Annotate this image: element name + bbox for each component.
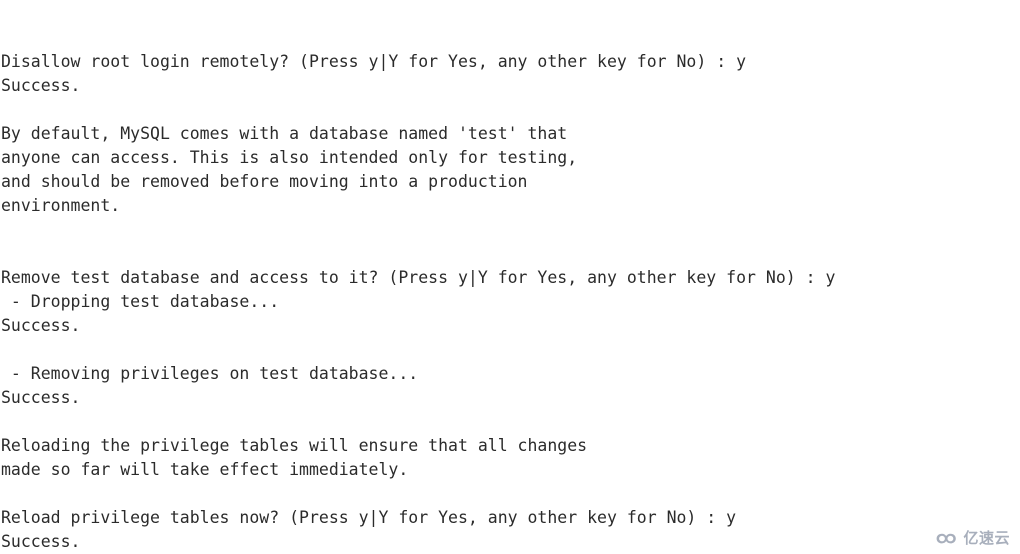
terminal-output-pane[interactable]: Disallow root login remotely? (Press y|Y… xyxy=(0,0,1020,554)
terminal-line: and should be removed before moving into… xyxy=(1,172,528,191)
terminal-line: made so far will take effect immediately… xyxy=(1,460,409,479)
terminal-line: Success. xyxy=(1,532,81,551)
terminal-line: Success. xyxy=(1,76,81,95)
terminal-line: Reloading the privilege tables will ensu… xyxy=(1,436,588,455)
terminal-line: By default, MySQL comes with a database … xyxy=(1,124,568,143)
terminal-line-list: Disallow root login remotely? (Press y|Y… xyxy=(1,50,1020,554)
terminal-line: - Removing privileges on test database..… xyxy=(1,364,419,383)
terminal-line: Success. xyxy=(1,316,81,335)
terminal-line: Reload privilege tables now? (Press y|Y … xyxy=(1,508,737,527)
terminal-line: - Dropping test database... xyxy=(1,292,280,311)
terminal-line: environment. xyxy=(1,196,121,215)
terminal-line: Success. xyxy=(1,388,81,407)
terminal-line: Disallow root login remotely? (Press y|Y… xyxy=(1,52,747,71)
terminal-line: Remove test database and access to it? (… xyxy=(1,268,836,287)
terminal-line: anyone can access. This is also intended… xyxy=(1,148,578,167)
